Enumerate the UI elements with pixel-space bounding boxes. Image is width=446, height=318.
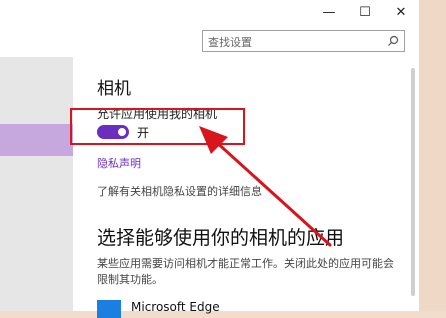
scroll-thumb[interactable] xyxy=(411,68,415,296)
minimize-button[interactable]: — xyxy=(314,0,344,24)
search-icon[interactable] xyxy=(387,35,399,47)
window-titlebar: — ☐ ✕ xyxy=(0,0,419,24)
background-edge xyxy=(419,0,446,311)
close-button[interactable]: ✕ xyxy=(386,0,416,24)
privacy-info-link[interactable]: 了解有关相机隐私设置的详细信息 xyxy=(97,183,262,199)
search-input[interactable]: 查找设置 xyxy=(202,30,405,52)
privacy-statement-link[interactable]: 隐私声明 xyxy=(97,155,141,171)
edge-app-icon xyxy=(97,300,121,318)
apps-section-title: 选择能够使用你的相机的应用 xyxy=(97,227,345,249)
settings-sidebar xyxy=(0,24,73,311)
search-row: 查找设置 xyxy=(73,24,419,60)
maximize-button[interactable]: ☐ xyxy=(350,0,380,24)
search-placeholder: 查找设置 xyxy=(208,36,252,49)
apps-section-description: 某些应用需要访问相机才能正常工作。关闭此处的应用可能会限制其功能。 xyxy=(97,257,394,286)
camera-settings-page: 相机 允许应用使用我的相机 开 隐私声明 了解有关相机隐私设置的详细信息 选择能… xyxy=(73,60,419,318)
page-title: 相机 xyxy=(97,79,131,99)
annotation-highlight-box xyxy=(70,108,245,145)
vertical-scrollbar[interactable] xyxy=(407,60,419,311)
sidebar-item-selected[interactable] xyxy=(0,124,73,156)
sidebar-top-strip xyxy=(0,24,73,57)
app-name-edge[interactable]: Microsoft Edge xyxy=(131,300,220,314)
